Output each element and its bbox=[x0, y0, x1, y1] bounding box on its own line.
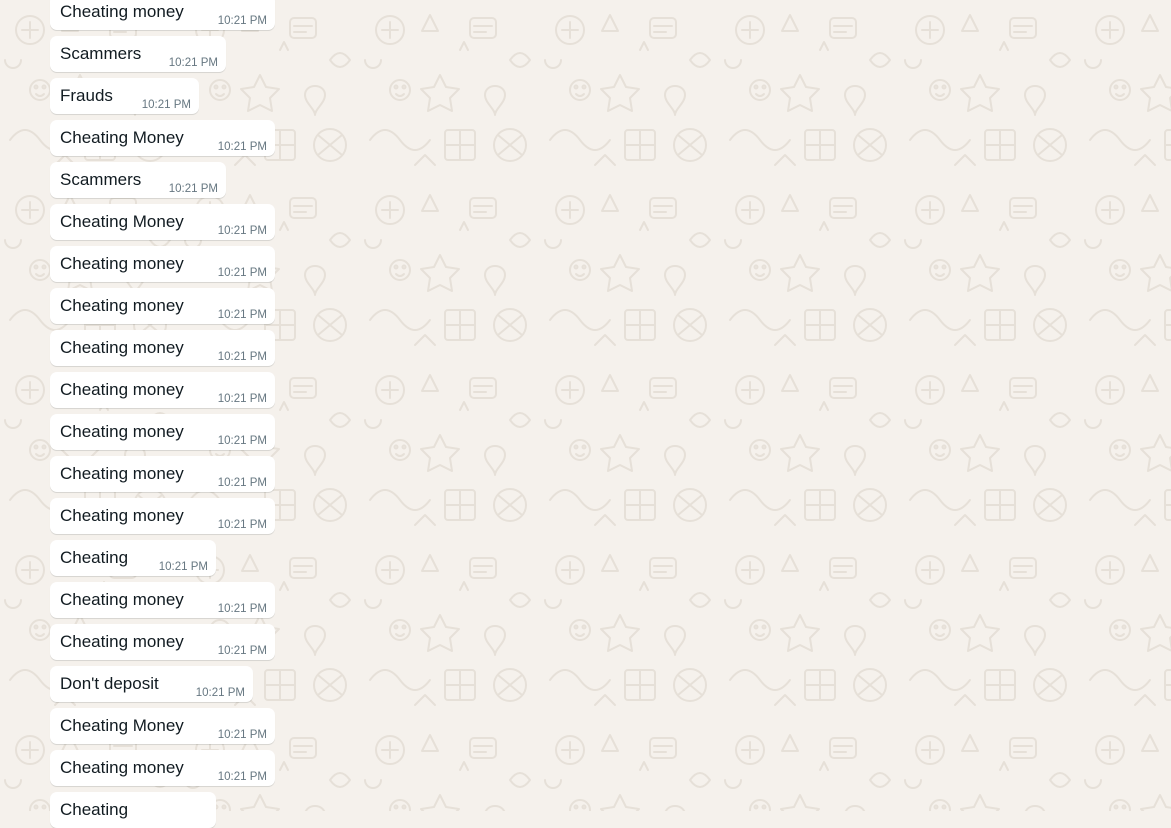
message-time: 10:21 PM bbox=[217, 645, 267, 657]
message-time: 10:21 PM bbox=[217, 393, 267, 405]
message-bubble[interactable]: Scammers 10:21 PM bbox=[50, 162, 226, 198]
message-text: Cheating money bbox=[60, 254, 184, 273]
message-bubble[interactable]: Cheating money 10:21 PM bbox=[50, 330, 275, 366]
message-bubble[interactable]: Cheating money 10:21 PM bbox=[50, 372, 275, 408]
message-bubble[interactable]: Scammers 10:21 PM bbox=[50, 36, 226, 72]
message-text: Cheating money bbox=[60, 338, 184, 357]
message-bubble[interactable]: Cheating Money 10:21 PM bbox=[50, 120, 275, 156]
message-time: 10:21 PM bbox=[217, 267, 267, 279]
message-text: Cheating money bbox=[60, 380, 184, 399]
message-text: Scammers bbox=[60, 44, 142, 63]
message-bubble[interactable]: Don't deposit 10:21 PM bbox=[50, 666, 253, 702]
message-time: 10:21 PM bbox=[168, 57, 218, 69]
message-time: 10:21 PM bbox=[217, 477, 267, 489]
message-text: Cheating money bbox=[60, 422, 184, 441]
message-text: Don't deposit bbox=[60, 674, 159, 693]
message-time: 10:21 PM bbox=[158, 561, 208, 573]
message-text: Cheating money bbox=[60, 758, 184, 777]
message-time: 10:21 PM bbox=[217, 225, 267, 237]
message-list: Cheating money 10:21 PM Scammers 10:21 PM Fr… bbox=[50, 0, 350, 828]
message-time: 10:21 PM bbox=[168, 183, 218, 195]
message-text: Cheating Money bbox=[60, 716, 184, 735]
message-bubble[interactable]: Cheating money 10:21 PM bbox=[50, 414, 275, 450]
message-bubble[interactable]: Cheating money 10:21 PM bbox=[50, 750, 275, 786]
message-text: Cheating Money bbox=[60, 212, 184, 231]
message-time: 10:21 PM bbox=[141, 99, 191, 111]
message-text: Cheating bbox=[60, 800, 129, 819]
message-bubble[interactable]: Frauds 10:21 PM bbox=[50, 78, 199, 114]
message-bubble[interactable]: Cheating money 10:21 PM bbox=[50, 456, 275, 492]
message-time: 10:21 PM bbox=[217, 309, 267, 321]
message-text: Cheating Money bbox=[60, 128, 184, 147]
message-bubble[interactable]: Cheating 10:21 PM bbox=[50, 540, 216, 576]
message-text: Cheating money bbox=[60, 590, 184, 609]
message-time: 10:21 PM bbox=[217, 771, 267, 783]
message-bubble[interactable]: Cheating money 10:21 PM bbox=[50, 288, 275, 324]
message-text: Cheating bbox=[60, 548, 129, 567]
message-bubble[interactable]: Cheating money 10:21 PM bbox=[50, 498, 275, 534]
message-text: Cheating money bbox=[60, 632, 184, 651]
message-bubble[interactable]: Cheating Money 10:21 PM bbox=[50, 204, 275, 240]
message-text: Cheating money bbox=[60, 296, 184, 315]
message-text: Cheating money bbox=[60, 506, 184, 525]
message-text: Cheating money bbox=[60, 464, 184, 483]
message-bubble[interactable]: Cheating Money 10:21 PM bbox=[50, 708, 275, 744]
message-text: Scammers bbox=[60, 170, 142, 189]
message-bubble[interactable]: Cheating money 10:21 PM bbox=[50, 0, 275, 30]
message-time: 10:21 PM bbox=[217, 603, 267, 615]
message-bubble[interactable]: Cheating bbox=[50, 792, 216, 828]
message-time: 10:21 PM bbox=[217, 519, 267, 531]
message-time: 10:21 PM bbox=[217, 729, 267, 741]
message-bubble[interactable]: Cheating money 10:21 PM bbox=[50, 582, 275, 618]
message-time: 10:21 PM bbox=[217, 351, 267, 363]
message-time: 10:21 PM bbox=[217, 435, 267, 447]
message-time: 10:21 PM bbox=[195, 687, 245, 699]
message-time: 10:21 PM bbox=[217, 141, 267, 153]
message-bubble[interactable]: Cheating money 10:21 PM bbox=[50, 246, 275, 282]
message-time: 10:21 PM bbox=[217, 15, 267, 27]
message-text: Frauds bbox=[60, 86, 113, 105]
message-text: Cheating money bbox=[60, 2, 184, 21]
message-bubble[interactable]: Cheating money 10:21 PM bbox=[50, 624, 275, 660]
